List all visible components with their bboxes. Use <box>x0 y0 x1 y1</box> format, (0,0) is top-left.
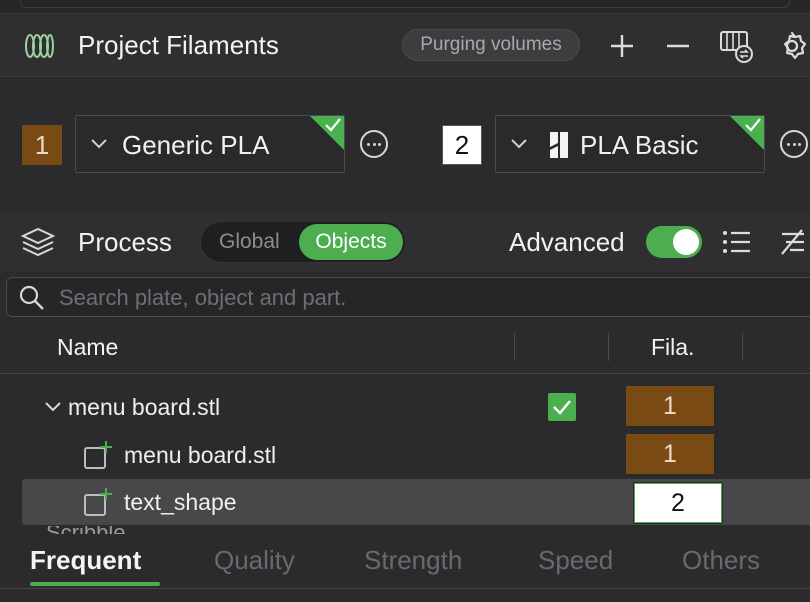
top-frame-edge <box>20 0 790 8</box>
layers-icon <box>20 227 56 257</box>
filament-slot-2-preset[interactable]: PLA Basic <box>495 115 765 173</box>
search-box <box>6 277 810 317</box>
tab-others[interactable]: Others <box>682 545 760 576</box>
object-visible-checkbox[interactable] <box>548 393 576 421</box>
plus-icon <box>611 35 633 57</box>
check-icon <box>745 118 761 132</box>
tab-frequent[interactable]: Frequent <box>30 545 141 576</box>
filament-slot-1-preset[interactable]: Generic PLA <box>75 115 345 173</box>
chevron-down-icon[interactable] <box>44 400 62 414</box>
toggle-knob <box>673 229 699 255</box>
chevron-down-icon <box>91 139 107 149</box>
purging-volumes-button[interactable]: Purging volumes <box>402 29 580 61</box>
column-header-filament[interactable]: Fila. <box>651 334 694 361</box>
tab-quality[interactable]: Quality <box>214 545 295 576</box>
active-tab-indicator <box>30 582 160 586</box>
tab-strength[interactable]: Strength <box>364 545 462 576</box>
more-icon <box>367 143 381 147</box>
process-title: Process <box>78 227 172 257</box>
tab-speed[interactable]: Speed <box>538 545 613 576</box>
filament-slot-1-label: Generic PLA <box>122 130 270 160</box>
column-divider[interactable] <box>608 333 609 361</box>
more-icon <box>787 143 801 147</box>
bambu-icon <box>550 132 568 158</box>
compare-icon[interactable] <box>778 228 810 256</box>
advanced-toggle[interactable] <box>646 226 702 258</box>
part-filament-cell[interactable]: 1 <box>626 434 714 474</box>
list-icon[interactable] <box>722 229 752 255</box>
table-row-part-name[interactable]: text_shape <box>124 489 237 516</box>
sync-filaments-icon <box>720 31 753 63</box>
sync-filaments-button[interactable] <box>718 28 754 64</box>
tabs-divider <box>0 588 810 589</box>
process-scope-switch: Global Objects <box>200 221 406 263</box>
table-row-peek: Scribble <box>46 526 125 534</box>
filament-slot-1-color[interactable]: 1 <box>22 125 62 165</box>
filaments-title: Project Filaments <box>78 30 279 60</box>
column-divider[interactable] <box>514 333 515 361</box>
gear-icon <box>783 31 807 60</box>
chevron-down-icon <box>511 139 527 149</box>
minus-icon <box>667 44 689 48</box>
column-divider[interactable] <box>742 333 743 361</box>
filament-slot-2-label: PLA Basic <box>580 130 699 160</box>
advanced-label: Advanced <box>509 227 625 257</box>
add-part-icon <box>84 441 112 469</box>
part-filament-cell-editing[interactable]: 2 <box>633 482 723 524</box>
filaments-icon <box>25 34 54 58</box>
check-icon <box>325 118 341 132</box>
add-part-icon <box>84 488 112 516</box>
search-icon <box>19 285 44 310</box>
filament-slot-1-more-button[interactable] <box>360 130 388 158</box>
filament-slot-2-color[interactable]: 2 <box>442 125 482 165</box>
object-filament-cell[interactable]: 1 <box>626 386 714 426</box>
remove-filament-button[interactable] <box>662 30 694 62</box>
search-input[interactable] <box>59 284 799 312</box>
scope-global-option[interactable]: Global <box>219 230 280 254</box>
filament-settings-button[interactable] <box>776 30 808 62</box>
column-header-name[interactable]: Name <box>57 334 118 361</box>
scope-objects-option[interactable]: Objects <box>299 224 403 260</box>
table-row-part-name[interactable]: menu board.stl <box>124 442 276 469</box>
add-filament-button[interactable] <box>606 30 638 62</box>
table-row-object-name[interactable]: menu board.stl <box>68 394 220 421</box>
filament-slot-2-more-button[interactable] <box>780 130 808 158</box>
check-icon <box>553 400 571 415</box>
